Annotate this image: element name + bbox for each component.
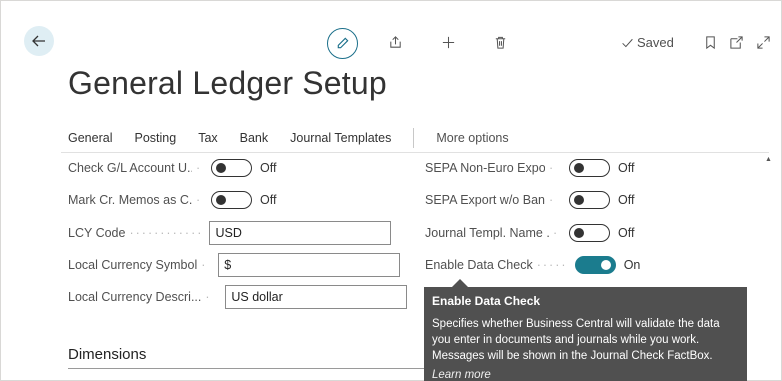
field-dots: · bbox=[205, 290, 212, 304]
expand-icon bbox=[757, 36, 770, 49]
learn-more-link[interactable]: Learn more bbox=[432, 369, 739, 381]
lcy-code-input[interactable]: USD bbox=[209, 221, 392, 245]
section-title-dimensions[interactable]: Dimensions bbox=[68, 346, 146, 363]
field-label: Enable Data Check bbox=[425, 258, 533, 272]
plus-icon bbox=[442, 36, 455, 49]
open-new-window-button[interactable] bbox=[729, 35, 744, 50]
field-lcy-code: LCY Code ············ USD bbox=[68, 221, 392, 245]
toggle-switch[interactable] bbox=[569, 159, 610, 177]
tooltip-body: Specifies whether Business Central will … bbox=[432, 318, 720, 362]
tab-bank[interactable]: Bank bbox=[240, 131, 269, 145]
open-new-window-icon bbox=[730, 36, 743, 49]
field-sepa-non-euro-export: SEPA Non-Euro Export · Off bbox=[425, 156, 634, 180]
field-label: SEPA Non-Euro Export bbox=[425, 161, 545, 175]
toggle-value: On bbox=[623, 258, 641, 272]
tooltip-title: Enable Data Check bbox=[432, 294, 541, 308]
page-card: Saved General Ledger Setup General Posti… bbox=[0, 0, 782, 381]
edit-button[interactable] bbox=[327, 28, 358, 59]
toggle-value: Off bbox=[260, 193, 277, 207]
tab-posting[interactable]: Posting bbox=[134, 131, 176, 145]
tab-general[interactable]: General bbox=[68, 131, 112, 145]
toggle-value: Off bbox=[260, 161, 277, 175]
tab-divider-line bbox=[61, 152, 769, 153]
action-tabs: General Posting Tax Bank Journal Templat… bbox=[68, 128, 531, 148]
toggle-switch[interactable] bbox=[569, 224, 610, 242]
field-local-currency-symbol: Local Currency Symbol · $ bbox=[68, 253, 401, 277]
field-label: Journal Templ. Name ... bbox=[425, 226, 549, 240]
scroll-up-icon[interactable]: ▲ bbox=[765, 156, 772, 163]
share-button[interactable] bbox=[388, 35, 403, 50]
more-options-button[interactable]: More options bbox=[436, 131, 508, 145]
field-mark-cr-memos: Mark Cr. Memos as C... · Off bbox=[68, 188, 276, 212]
field-dots: · bbox=[201, 258, 208, 272]
checkmark-icon bbox=[622, 38, 633, 48]
field-dots: ············ bbox=[129, 226, 204, 240]
tab-journal-templates[interactable]: Journal Templates bbox=[290, 131, 391, 145]
share-icon bbox=[390, 36, 401, 48]
saved-label: Saved bbox=[637, 35, 674, 50]
field-sepa-export-wo-bank: SEPA Export w/o Ban... · Off bbox=[425, 188, 634, 212]
field-dots: · bbox=[196, 161, 203, 175]
toggle-value: Off bbox=[618, 226, 635, 240]
field-dots: · bbox=[549, 193, 556, 207]
trash-icon bbox=[495, 36, 506, 49]
page-title: General Ledger Setup bbox=[68, 65, 387, 101]
bookmark-button[interactable] bbox=[703, 35, 718, 50]
saved-status: Saved bbox=[621, 35, 674, 50]
field-dots: ····· bbox=[536, 258, 568, 272]
back-button[interactable] bbox=[24, 26, 54, 56]
toggle-switch[interactable] bbox=[211, 159, 252, 177]
arrow-left-icon bbox=[32, 35, 45, 47]
field-tooltip: Enable Data Check Specifies whether Busi… bbox=[424, 279, 747, 381]
field-label: Local Currency Symbol bbox=[68, 258, 198, 272]
field-label: SEPA Export w/o Ban... bbox=[425, 193, 545, 207]
expand-button[interactable] bbox=[756, 35, 771, 50]
toggle-value: Off bbox=[618, 193, 635, 207]
tab-divider bbox=[413, 128, 415, 148]
local-currency-description-input[interactable]: US dollar bbox=[225, 285, 408, 309]
field-dots: · bbox=[549, 161, 556, 175]
local-currency-symbol-input[interactable]: $ bbox=[218, 253, 401, 277]
pencil-icon bbox=[337, 37, 349, 49]
field-label: Mark Cr. Memos as C... bbox=[68, 193, 192, 207]
field-label: LCY Code bbox=[68, 226, 126, 240]
field-label: Check G/L Account U... bbox=[68, 161, 192, 175]
field-label: Local Currency Descri... bbox=[68, 290, 202, 304]
field-check-gl-account: Check G/L Account U... · Off bbox=[68, 156, 276, 180]
field-journal-templ-name: Journal Templ. Name ... · Off bbox=[425, 221, 634, 245]
field-enable-data-check: Enable Data Check ····· On bbox=[425, 253, 640, 277]
new-button[interactable] bbox=[441, 35, 456, 50]
toggle-switch[interactable] bbox=[211, 191, 252, 209]
toggle-switch[interactable] bbox=[574, 256, 616, 274]
bookmark-icon bbox=[706, 36, 715, 50]
field-dots: · bbox=[196, 193, 203, 207]
tab-tax[interactable]: Tax bbox=[198, 131, 217, 145]
delete-button[interactable] bbox=[493, 35, 508, 50]
field-local-currency-description: Local Currency Descri... · US dollar bbox=[68, 285, 408, 309]
field-dots: · bbox=[553, 226, 560, 240]
toggle-value: Off bbox=[618, 161, 635, 175]
toggle-switch[interactable] bbox=[569, 191, 610, 209]
